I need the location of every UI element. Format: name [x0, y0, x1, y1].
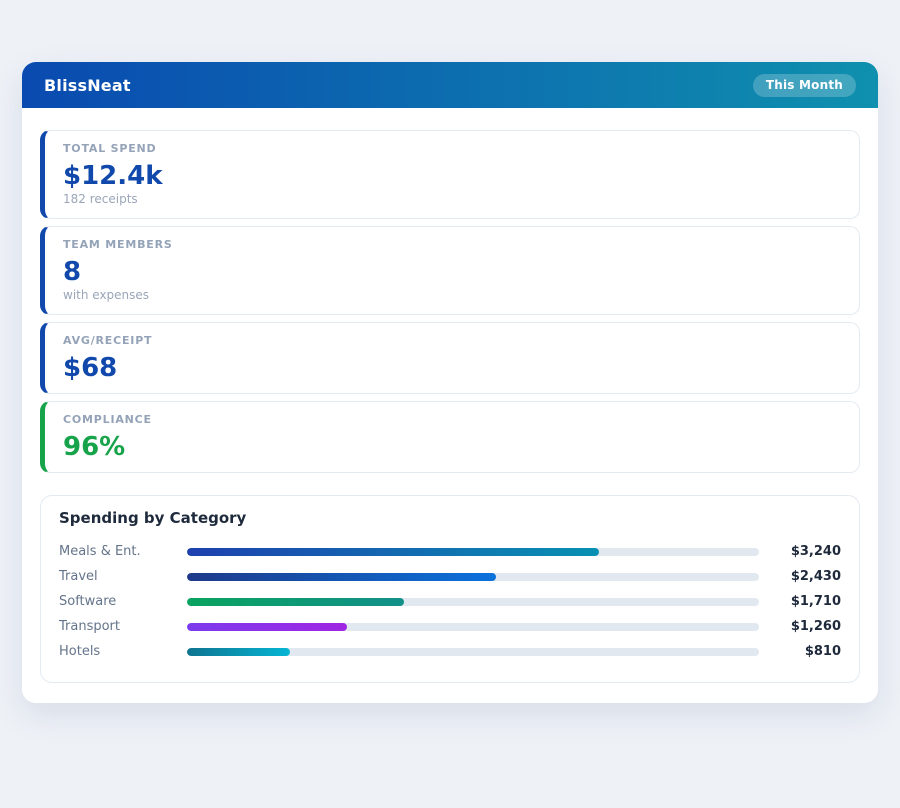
- category-label: Hotels: [59, 644, 179, 659]
- bar-fill: [187, 548, 599, 556]
- category-value: $2,430: [767, 569, 841, 584]
- bar-track: [187, 573, 759, 581]
- category-label: Meals & Ent.: [59, 544, 179, 559]
- stat-subtext: 182 receipts: [63, 192, 841, 207]
- bar-track: [187, 598, 759, 606]
- stat-card-avg-receipt: AVG/RECEIPT $68: [40, 322, 860, 394]
- bar-fill: [187, 573, 496, 581]
- period-badge[interactable]: This Month: [753, 74, 856, 97]
- category-value: $810: [767, 644, 841, 659]
- category-value: $3,240: [767, 544, 841, 559]
- stat-label: COMPLIANCE: [63, 413, 841, 427]
- stat-value: 96%: [63, 433, 841, 461]
- stat-label: AVG/RECEIPT: [63, 334, 841, 348]
- category-label: Transport: [59, 619, 179, 634]
- category-label: Travel: [59, 569, 179, 584]
- category-value: $1,260: [767, 619, 841, 634]
- bar-track: [187, 648, 759, 656]
- chart-row: Travel $2,430: [59, 564, 841, 589]
- chart-row: Meals & Ent. $3,240: [59, 539, 841, 564]
- chart-row: Hotels $810: [59, 639, 841, 664]
- category-value: $1,710: [767, 594, 841, 609]
- dashboard-body: TOTAL SPEND $12.4k 182 receipts TEAM MEM…: [22, 108, 878, 703]
- bar-fill: [187, 598, 404, 606]
- stat-card-total-spend: TOTAL SPEND $12.4k 182 receipts: [40, 130, 860, 219]
- app-header: BlissNeat This Month: [22, 62, 878, 108]
- chart-row: Software $1,710: [59, 589, 841, 614]
- bar-track: [187, 548, 759, 556]
- app-title: BlissNeat: [44, 76, 131, 95]
- chart-rows: Meals & Ent. $3,240 Travel $2,430 Softwa…: [59, 539, 841, 664]
- stat-label: TEAM MEMBERS: [63, 238, 841, 252]
- stat-subtext: with expenses: [63, 288, 841, 303]
- spending-by-category-card: Spending by Category Meals & Ent. $3,240…: [40, 495, 860, 683]
- stat-value: $12.4k: [63, 162, 841, 190]
- bar-fill: [187, 648, 290, 656]
- bar-track: [187, 623, 759, 631]
- bar-fill: [187, 623, 347, 631]
- stat-value: 8: [63, 258, 841, 286]
- stat-value: $68: [63, 354, 841, 382]
- dashboard-card: BlissNeat This Month TOTAL SPEND $12.4k …: [22, 62, 878, 703]
- stat-card-compliance: COMPLIANCE 96%: [40, 401, 860, 473]
- stat-card-team-members: TEAM MEMBERS 8 with expenses: [40, 226, 860, 315]
- chart-row: Transport $1,260: [59, 614, 841, 639]
- category-label: Software: [59, 594, 179, 609]
- chart-title: Spending by Category: [59, 509, 841, 527]
- stat-label: TOTAL SPEND: [63, 142, 841, 156]
